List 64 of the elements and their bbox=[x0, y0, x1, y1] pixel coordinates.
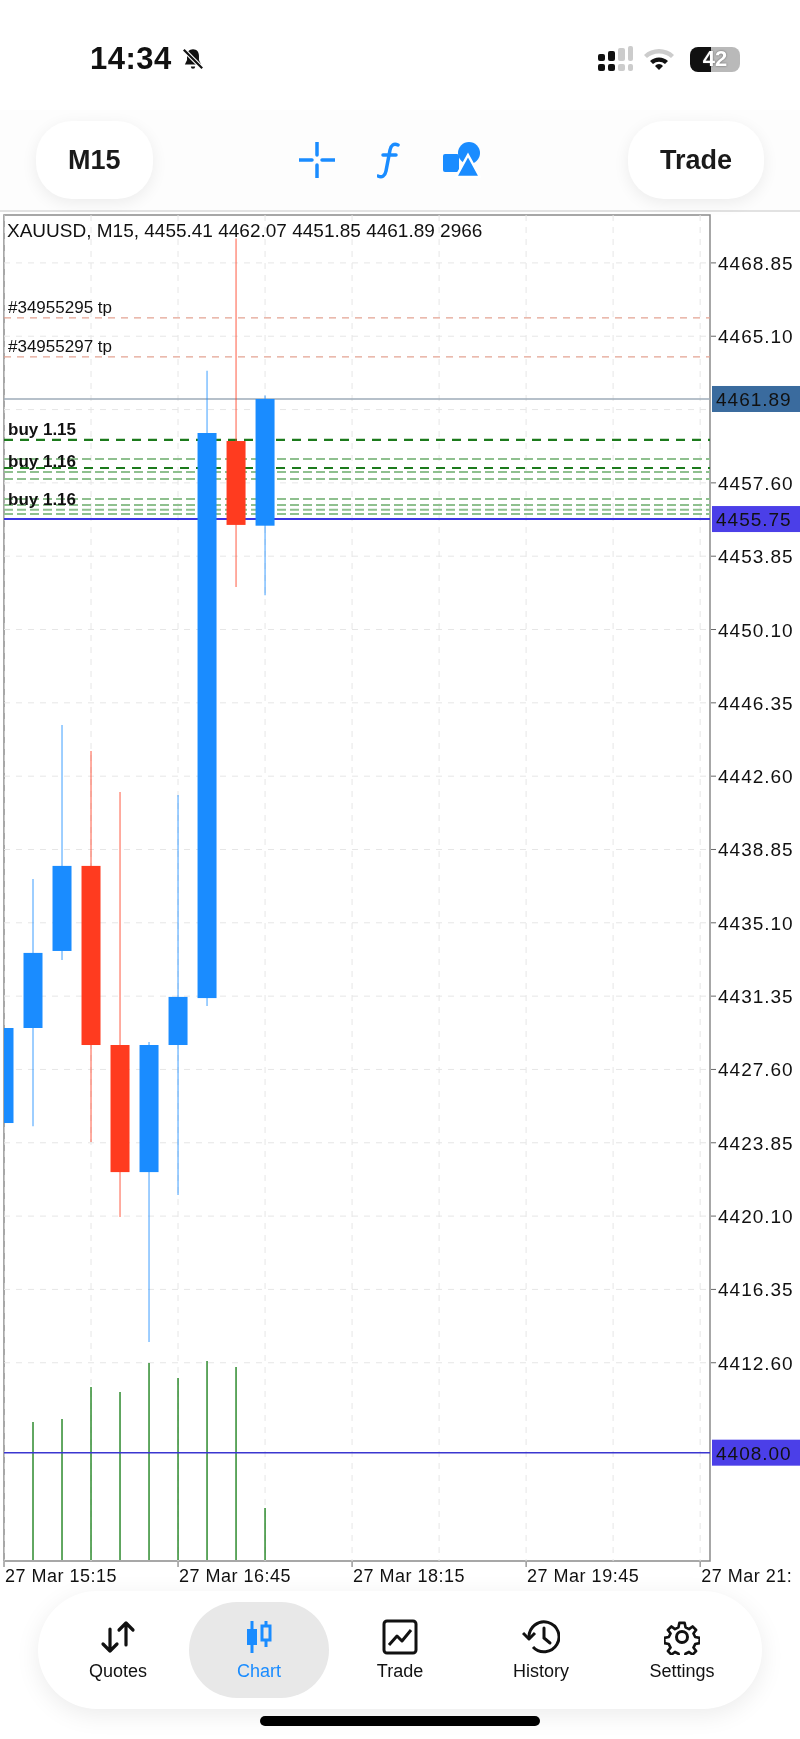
tick-mark bbox=[710, 629, 717, 630]
price-tag: 4455.75 bbox=[712, 506, 800, 533]
status-time: 14:34 bbox=[90, 41, 172, 77]
chart-title: XAUUSD, M15, 4455.41 4462.07 4451.85 4461.89 2966 bbox=[7, 220, 483, 241]
tick-mark bbox=[525, 1561, 527, 1568]
line-chart-icon bbox=[382, 1618, 418, 1655]
order-label: buy 1.15 bbox=[8, 419, 77, 439]
function-icon[interactable] bbox=[377, 141, 402, 179]
price-axis-label: 4453.85 bbox=[718, 546, 794, 568]
tick-mark bbox=[710, 335, 717, 337]
tick-mark bbox=[3, 1561, 5, 1568]
shapes-icon[interactable] bbox=[443, 142, 482, 178]
price-axis-label: 4412.60 bbox=[718, 1352, 794, 1374]
price-axis-label: 4457.60 bbox=[718, 472, 794, 494]
order-label: #34955295 tp bbox=[8, 297, 112, 317]
price-axis-label: 4442.60 bbox=[718, 766, 794, 788]
price-axis-label: 4446.35 bbox=[718, 692, 794, 714]
price-tag: 4461.89 bbox=[712, 386, 800, 412]
price-axis-label: 4438.85 bbox=[718, 839, 794, 861]
price-axis-label: 4465.10 bbox=[718, 326, 794, 348]
tick-mark bbox=[710, 482, 717, 484]
tick-mark bbox=[710, 922, 717, 924]
order-label: #34955297 tp bbox=[8, 336, 112, 356]
price-axis-label: 4423.85 bbox=[718, 1132, 794, 1154]
tick-mark bbox=[710, 1068, 717, 1070]
tick-mark bbox=[351, 1561, 353, 1568]
trade-button[interactable]: Trade bbox=[627, 121, 764, 199]
time-axis-label: 27 Mar 18:15 bbox=[353, 1566, 466, 1586]
tick-mark bbox=[710, 702, 717, 704]
tick-mark bbox=[710, 849, 717, 850]
tick-mark bbox=[710, 1362, 717, 1364]
price-axis-label: 4431.35 bbox=[718, 986, 794, 1008]
order-label: buy 1.16 bbox=[8, 451, 77, 471]
price-axis-label: 4450.10 bbox=[718, 619, 794, 641]
time-axis-label: 27 Mar 21: bbox=[701, 1566, 793, 1586]
timeframe-button[interactable]: M15 bbox=[36, 121, 153, 199]
tick-mark bbox=[699, 1561, 701, 1568]
crosshair-icon[interactable] bbox=[299, 142, 336, 178]
tick-mark bbox=[710, 775, 717, 777]
tick-mark bbox=[710, 995, 717, 997]
tick-mark bbox=[710, 1142, 717, 1144]
signal-icon bbox=[598, 46, 634, 72]
time-axis-label: 27 Mar 19:45 bbox=[527, 1566, 640, 1586]
price-axis-label: 4427.60 bbox=[718, 1059, 794, 1081]
tick-mark bbox=[710, 1288, 717, 1290]
tab[interactable]: Trade bbox=[330, 1602, 470, 1698]
price-tag: 4408.00 bbox=[712, 1439, 800, 1466]
order-label: buy 1.16 bbox=[8, 489, 77, 509]
tick-mark bbox=[710, 1215, 717, 1217]
tab[interactable]: Quotes bbox=[48, 1602, 188, 1698]
time-axis-label: 27 Mar 15:15 bbox=[5, 1566, 118, 1586]
wifi-icon bbox=[642, 46, 676, 72]
history-icon bbox=[522, 1618, 560, 1655]
arrows-icon bbox=[100, 1618, 136, 1655]
tab[interactable]: History bbox=[471, 1602, 611, 1698]
tab[interactable]: Settings bbox=[612, 1602, 752, 1698]
price-axis-label: 4416.35 bbox=[718, 1279, 794, 1301]
tick-mark bbox=[177, 1561, 179, 1568]
price-axis-label: 4435.10 bbox=[718, 912, 794, 934]
tick-mark bbox=[710, 262, 717, 264]
price-axis-label: 4420.10 bbox=[718, 1206, 794, 1228]
time-axis-label: 27 Mar 16:45 bbox=[179, 1566, 292, 1586]
tick-mark bbox=[710, 555, 717, 557]
price-axis-label: 4468.85 bbox=[718, 252, 794, 274]
